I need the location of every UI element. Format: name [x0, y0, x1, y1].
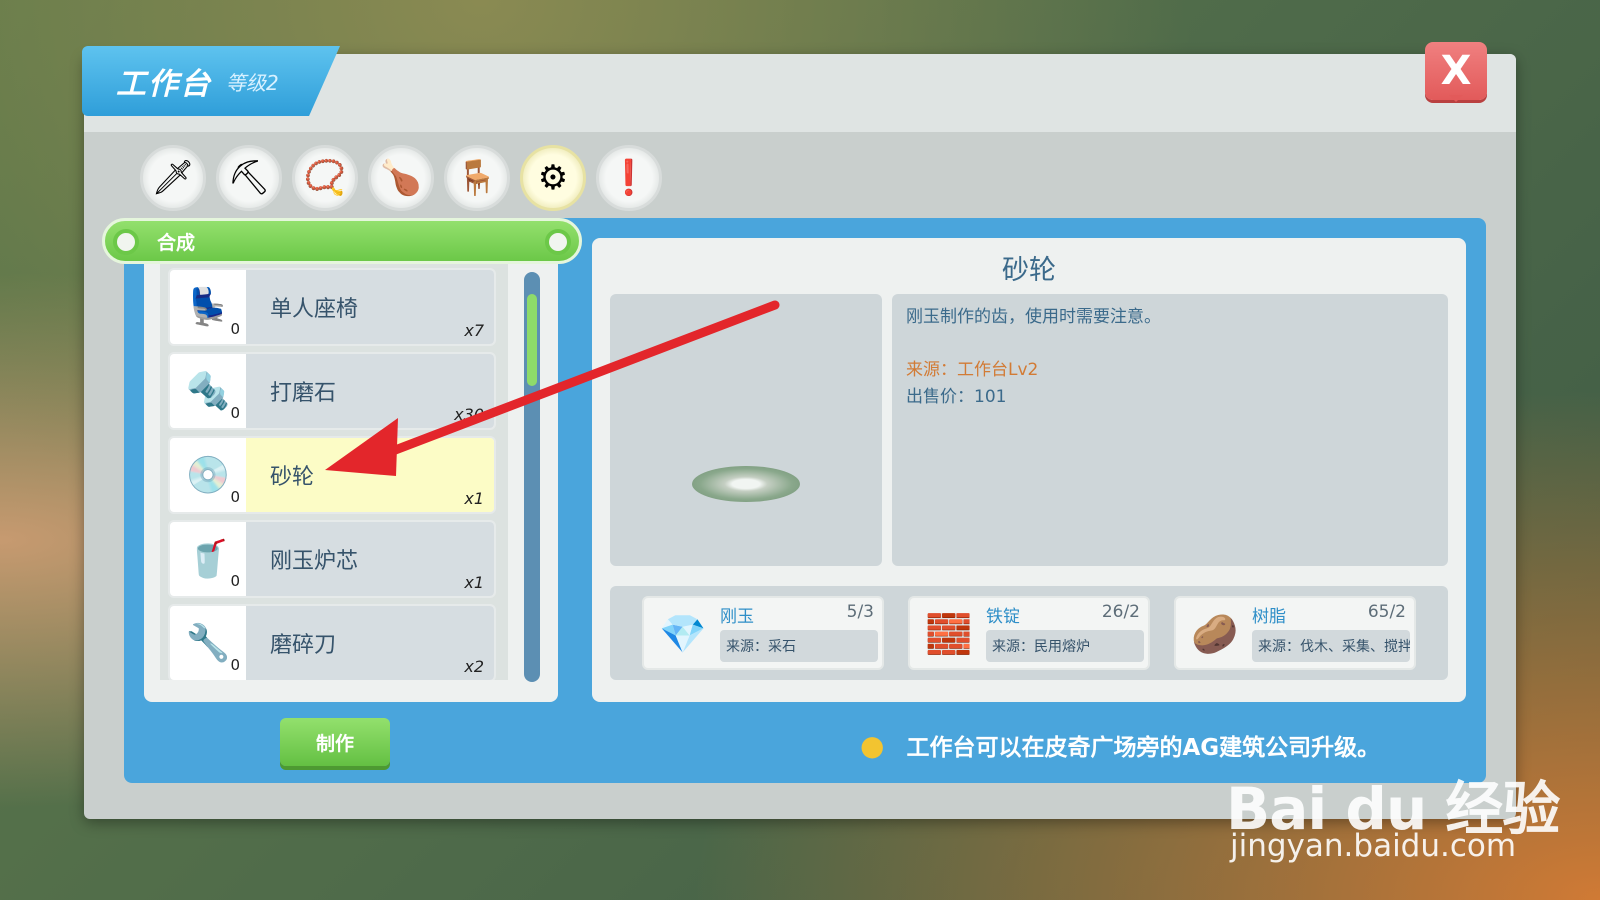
item-name: 单人座椅: [270, 297, 359, 322]
owned-count: 0: [230, 320, 240, 338]
list-item[interactable]: 🔩 0 打磨石 x30: [168, 352, 496, 430]
category-tab-special[interactable]: ❗: [596, 145, 662, 211]
left-dot-icon: [113, 229, 139, 255]
material-count: 65/2: [1367, 602, 1406, 622]
item-description: 刚玉制作的齿，使用时需要注意。: [906, 307, 1161, 327]
craft-quantity: x2: [464, 657, 484, 676]
material-card: 🥔 树脂 65/2 来源：伐木、采集、搅拌器: [1174, 596, 1416, 670]
grinding-wheel-icon: 💿: [185, 455, 231, 496]
item-preview: [610, 294, 882, 566]
item-name: 打磨石: [270, 381, 337, 406]
corundum-icon: 💎: [659, 611, 707, 656]
item-price: 出售价：101: [906, 387, 1007, 407]
item-name: 刚玉炉芯: [270, 549, 359, 574]
sword-icon: 🗡: [151, 158, 195, 198]
category-tab-materials[interactable]: ⚙: [520, 145, 586, 211]
craft-quantity: x7: [464, 321, 484, 340]
hint-text: 工作台可以在皮奇广场旁的AG建筑公司升级。: [906, 735, 1381, 761]
chair-icon: 🪑: [455, 158, 499, 198]
watermark-url: jingyan.baidu.com: [1230, 828, 1517, 864]
scrollbar-thumb[interactable]: [527, 294, 537, 386]
material-count: 5/3: [846, 602, 874, 622]
furnace-core-icon: 🥤: [185, 539, 231, 580]
window-title-tab: 工作台 等级2: [82, 46, 340, 116]
grinder-blade-icon: 🔧: [185, 623, 231, 664]
resin-icon: 🥔: [1191, 611, 1239, 656]
gear-icon: ⚙: [537, 158, 569, 198]
material-source: 来源：民用熔炉: [986, 630, 1144, 662]
category-tab-furniture[interactable]: 🪑: [444, 145, 510, 211]
list-item[interactable]: 🥤 0 刚玉炉芯 x1: [168, 520, 496, 598]
item-source: 来源：工作台Lv2: [906, 360, 1039, 380]
material-name: 铁锭: [986, 607, 1020, 627]
list-item-selected[interactable]: 💿 0 砂轮 x1: [168, 436, 496, 514]
material-card: 🧱 铁锭 26/2 来源：民用熔炉: [908, 596, 1150, 670]
workbench-level: 等级2: [226, 70, 279, 95]
grindstone-icon: 🔩: [185, 371, 231, 412]
material-name: 刚玉: [720, 607, 754, 627]
grinding-wheel-model: [692, 466, 800, 502]
list-item[interactable]: 🔧 0 磨碎刀 x2: [168, 604, 496, 680]
right-dot-icon: [545, 229, 571, 255]
list-item[interactable]: 💺 0 单人座椅 x7: [168, 268, 496, 346]
make-button[interactable]: 制作: [280, 718, 390, 766]
material-count: 26/2: [1101, 602, 1140, 622]
recipe-list[interactable]: 💺 0 单人座椅 x7 🔩 0 打磨石 x30 💿 0 砂轮 x1 🥤 0 刚玉炉芯 x1 🔧 0…: [160, 262, 508, 680]
owned-count: 0: [230, 488, 240, 506]
owned-count: 0: [230, 572, 240, 590]
category-tab-food[interactable]: 🍗: [368, 145, 434, 211]
owned-count: 0: [230, 404, 240, 422]
item-name: 砂轮: [270, 465, 315, 490]
section-label: 合成: [157, 231, 196, 254]
window-title: 工作台: [116, 67, 212, 102]
close-icon: X: [1440, 48, 1472, 94]
category-tab-tools[interactable]: ⛏: [216, 145, 282, 211]
category-tab-accessories[interactable]: 📿: [292, 145, 358, 211]
item-name: 磨碎刀: [270, 633, 337, 658]
exclamation-icon: ❗: [607, 158, 651, 198]
material-source: 来源：伐木、采集、搅拌器: [1252, 630, 1410, 662]
lightbulb-icon: ●: [860, 728, 885, 762]
section-header: 合成: [102, 218, 582, 264]
category-tabs: 🗡 ⛏ 📿 🍗 🪑 ⚙ ❗: [140, 145, 662, 211]
craft-quantity: x1: [464, 489, 484, 508]
iron-ingot-icon: 🧱: [925, 611, 973, 656]
hint-bar: ● 工作台可以在皮奇广场旁的AG建筑公司升级。: [860, 728, 1380, 762]
craft-quantity: x1: [464, 573, 484, 592]
craft-quantity: x30: [454, 405, 484, 424]
material-source: 来源：采石: [720, 630, 878, 662]
necklace-icon: 📿: [303, 158, 347, 198]
detail-title: 砂轮: [1002, 255, 1056, 286]
close-button[interactable]: X: [1425, 42, 1487, 102]
material-name: 树脂: [1252, 607, 1286, 627]
seat-icon: 💺: [185, 287, 231, 328]
meat-icon: 🍗: [379, 158, 423, 198]
material-card: 💎 刚玉 5/3 来源：采石: [642, 596, 884, 670]
item-description-box: 刚玉制作的齿，使用时需要注意。 来源：工作台Lv2 出售价：101: [892, 294, 1448, 566]
pickaxe-icon: ⛏: [227, 158, 271, 198]
owned-count: 0: [230, 656, 240, 674]
category-tab-weapons[interactable]: 🗡: [140, 145, 206, 211]
